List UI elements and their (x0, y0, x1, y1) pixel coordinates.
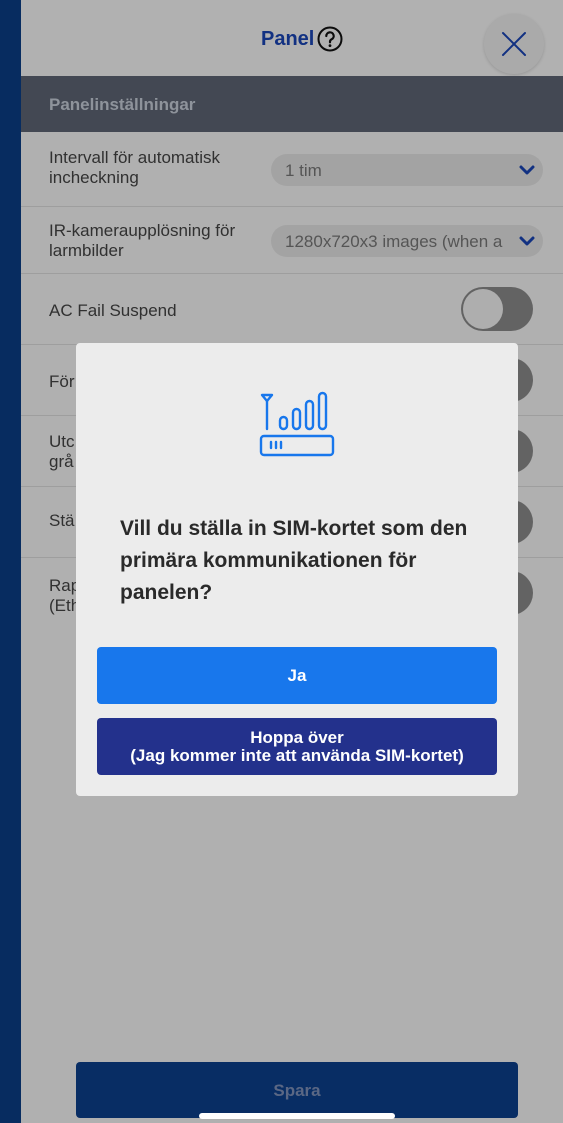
yes-button[interactable]: Ja (97, 647, 497, 704)
home-indicator[interactable] (199, 1113, 395, 1119)
skip-button-sublabel: (Jag kommer inte att använda SIM-kortet) (130, 746, 464, 765)
dialog-question: Vill du ställa in SIM-kortet som den pri… (120, 517, 468, 604)
skip-button-label: Hoppa över (250, 728, 344, 747)
router-signal-icon (259, 391, 335, 457)
yes-button-label: Ja (287, 666, 307, 685)
skip-button[interactable]: Hoppa över (Jag kommer inte att använda … (97, 718, 497, 775)
sim-primary-dialog: Vill du ställa in SIM-kortet som den pri… (76, 343, 518, 796)
